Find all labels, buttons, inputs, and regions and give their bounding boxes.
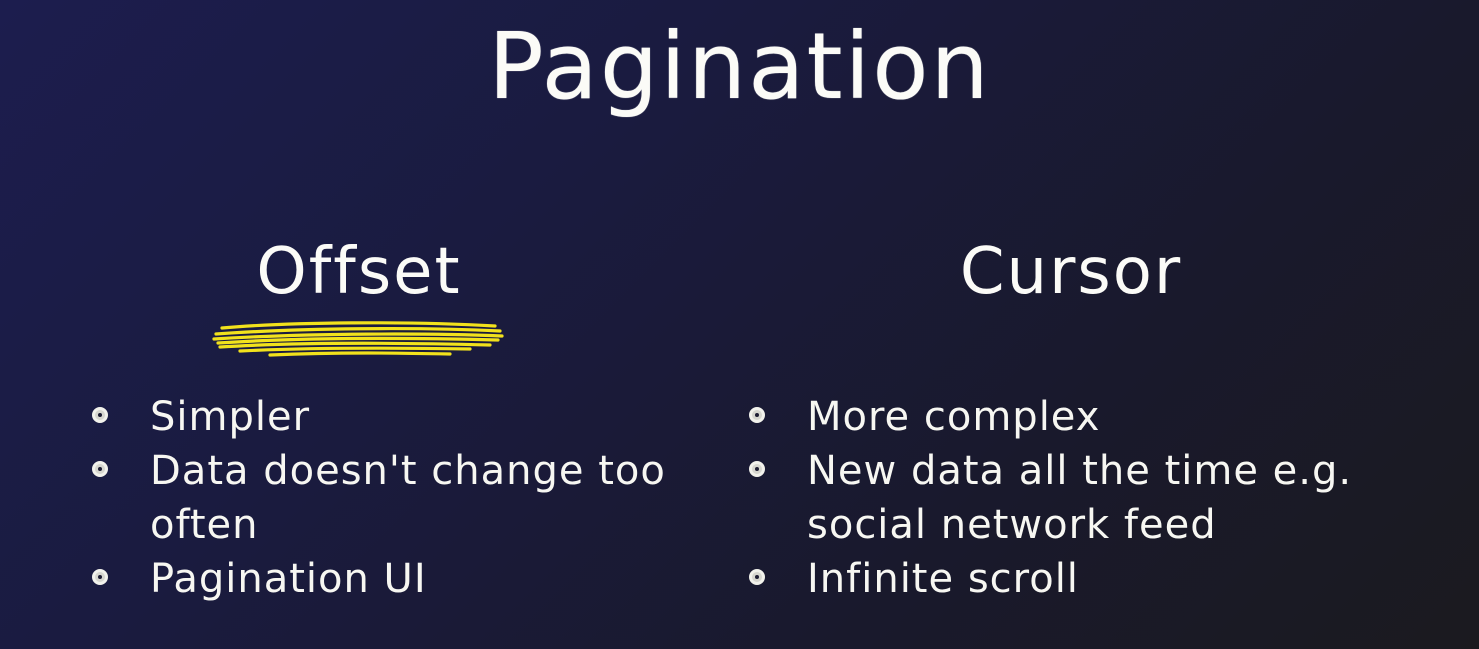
circle-bullet-icon bbox=[749, 569, 765, 585]
cursor-bullet-list: More complex New data all the time e.g. … bbox=[745, 390, 1445, 606]
circle-bullet-icon bbox=[92, 569, 108, 585]
list-item-text: Infinite scroll bbox=[807, 556, 1079, 602]
yellow-scribble-underline bbox=[212, 321, 504, 357]
list-item: More complex bbox=[745, 390, 1445, 444]
list-item-text: Pagination UI bbox=[150, 556, 427, 602]
slide-title: Pagination bbox=[488, 13, 991, 120]
list-item-text: Data doesn't change too often bbox=[150, 448, 666, 548]
list-item: Data doesn't change too often bbox=[88, 444, 678, 552]
list-item: Infinite scroll bbox=[745, 552, 1445, 606]
list-item: Simpler bbox=[88, 390, 678, 444]
offset-bullet-list: Simpler Data doesn't change too often Pa… bbox=[88, 390, 678, 606]
circle-bullet-icon bbox=[92, 461, 108, 477]
list-item-text: New data all the time e.g. social networ… bbox=[807, 448, 1353, 548]
list-item: New data all the time e.g. social networ… bbox=[745, 444, 1445, 552]
circle-bullet-icon bbox=[92, 407, 108, 423]
list-item-text: Simpler bbox=[150, 394, 311, 440]
list-item: Pagination UI bbox=[88, 552, 678, 606]
list-item-text: More complex bbox=[807, 394, 1101, 440]
circle-bullet-icon bbox=[749, 461, 765, 477]
offset-heading: Offset bbox=[256, 235, 462, 309]
cursor-heading: Cursor bbox=[959, 235, 1183, 309]
slide: Pagination Offset Simpler Data doesn't c… bbox=[0, 0, 1479, 649]
circle-bullet-icon bbox=[749, 407, 765, 423]
